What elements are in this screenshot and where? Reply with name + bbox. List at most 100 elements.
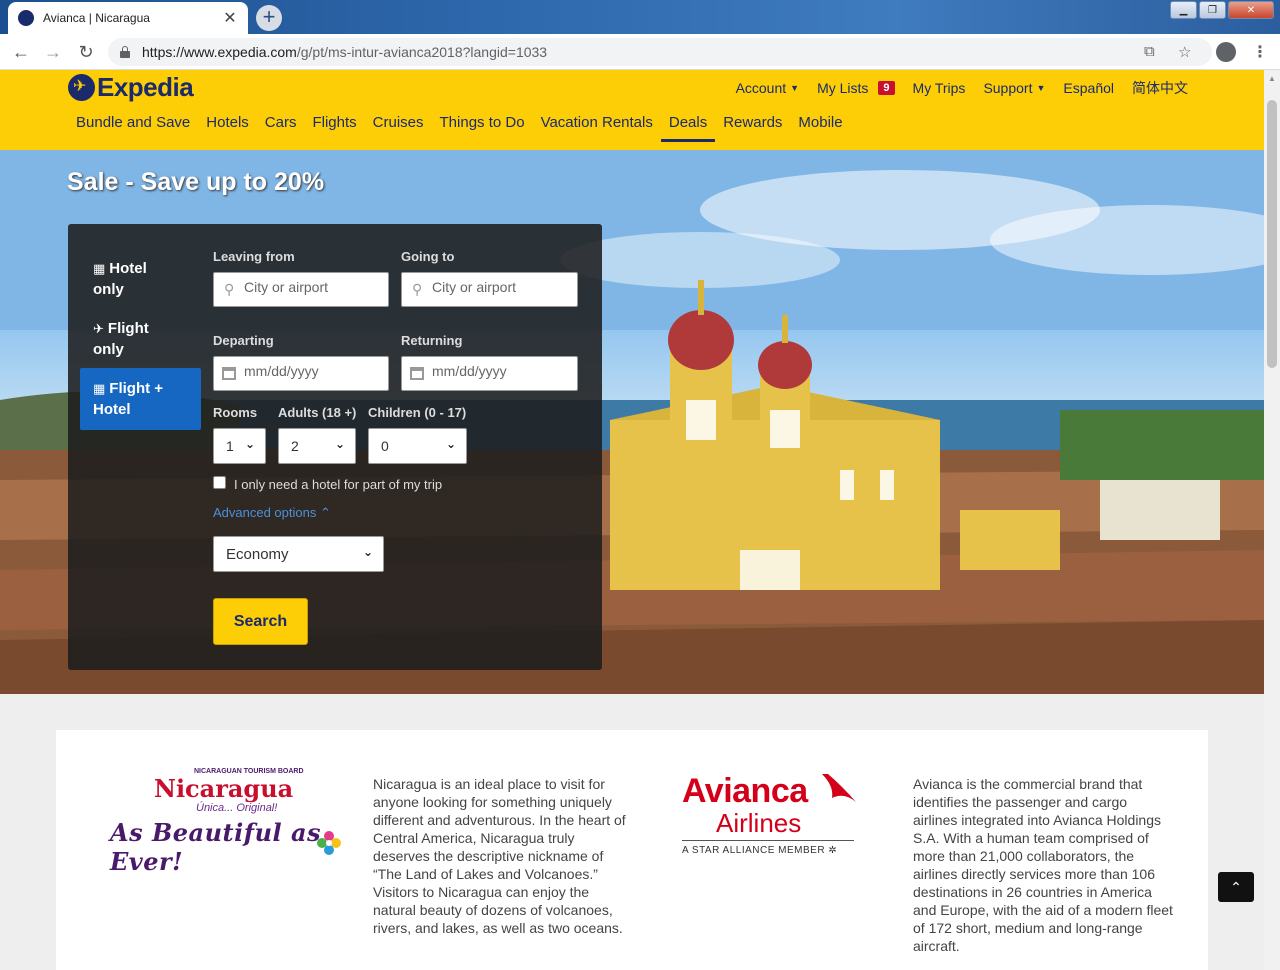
nicaragua-tagline: Única... Original! (196, 802, 278, 814)
nicaragua-slogan: As Beautiful as Ever! (110, 818, 322, 876)
browser-tab[interactable]: Avianca | Nicaragua ✕ (8, 2, 248, 34)
nav-cars[interactable]: Cars (257, 114, 305, 142)
search-button[interactable]: Search (213, 598, 308, 645)
plane-icon: ✈ (93, 321, 104, 336)
nicaragua-wordmark: Nicaragua (154, 774, 294, 803)
tab-flight-hotel[interactable]: ▦ Flight + Hotel (80, 368, 201, 430)
browser-toolbar: ← → ↻ https://www.expedia.com/g/pt/ms-in… (0, 34, 1280, 70)
chevron-up-icon: ⌃ (319, 505, 331, 520)
nav-bundle-and-save[interactable]: Bundle and Save (68, 114, 198, 142)
reload-icon[interactable]: ↻ (75, 41, 97, 63)
tab-label-line1: Hotel (109, 260, 147, 277)
map-pin-icon: ⚲ (224, 281, 235, 297)
expedia-logo[interactable]: Expedia (68, 72, 194, 103)
rooms-label: Rooms (213, 405, 258, 420)
maximize-button[interactable]: ❐ (1199, 1, 1226, 19)
logo-text: Expedia (97, 72, 194, 102)
calendar-icon (222, 367, 236, 380)
utility-nav: Account ▼ My Lists 9 My Trips Support ▼ … (736, 78, 1188, 98)
account-menu[interactable]: Account ▼ (736, 80, 800, 96)
rooms-value: 1 (226, 438, 234, 454)
profile-icon[interactable] (1216, 42, 1236, 62)
children-select[interactable]: 0 ⌄ (368, 428, 467, 464)
my-trips-link[interactable]: My Trips (913, 80, 966, 96)
nicaragua-logo: NICARAGUAN TOURISM BOARD Nicaragua Única… (110, 768, 350, 876)
nav-vacation-rentals[interactable]: Vacation Rentals (533, 114, 661, 142)
rooms-select[interactable]: 1 ⌄ (213, 428, 266, 464)
returning-field[interactable] (401, 356, 578, 391)
search-panel: ▦ Hotel only ✈ Flight only ▦ Flight + Hotel… (68, 224, 602, 670)
url-path: /g/pt/ms-intur-avianca2018?langid=1033 (296, 44, 548, 60)
url-text: https://www.expedia.com/g/pt/ms-intur-av… (142, 44, 547, 60)
avianca-airlines-wordmark: Airlines (716, 808, 802, 838)
scrollbar-thumb[interactable] (1267, 100, 1277, 368)
minimize-button[interactable]: ▁ (1170, 1, 1197, 19)
advanced-options-link[interactable]: Advanced options ⌃ (213, 505, 331, 521)
page-scrollbar[interactable]: ▲ (1264, 70, 1280, 970)
star-alliance-label: A STAR ALLIANCE MEMBER ✲ (682, 845, 838, 856)
forward-icon[interactable]: → (42, 41, 64, 63)
lists-count-badge: 9 (878, 81, 895, 95)
tab-close-icon[interactable]: ✕ (222, 8, 238, 28)
tab-hotel-only[interactable]: ▦ Hotel only (80, 248, 201, 310)
address-bar[interactable]: https://www.expedia.com/g/pt/ms-intur-av… (108, 38, 1212, 66)
page-viewport: Expedia Account ▼ My Lists 9 My Trips Su… (0, 70, 1264, 970)
hotel-icon: ▦ (93, 261, 106, 276)
chevron-down-icon: ⌄ (445, 437, 456, 451)
support-label: Support (983, 80, 1033, 96)
avianca-logo: Avianca Airlines A STAR ALLIANCE MEMBER … (682, 772, 858, 862)
expedia-globe-icon (68, 74, 95, 101)
expedia-favicon-icon (18, 10, 34, 26)
leaving-from-input[interactable] (244, 279, 384, 295)
nav-deals[interactable]: Deals (660, 114, 716, 142)
language-espanol-link[interactable]: Español (1063, 80, 1114, 96)
chevron-down-icon: ▼ (1036, 83, 1046, 93)
cabin-class-value: Economy (226, 546, 289, 563)
nav-hotels[interactable]: Hotels (198, 114, 257, 142)
my-lists-link[interactable]: My Lists (817, 80, 868, 96)
back-icon[interactable]: ← (10, 41, 32, 63)
menu-icon[interactable]: ⋮ (1252, 42, 1268, 62)
going-to-field[interactable]: ⚲ (401, 272, 578, 307)
chevron-down-icon: ⌄ (334, 437, 345, 451)
nav-cruises[interactable]: Cruises (365, 114, 432, 142)
adults-label: Adults (18 +) (278, 405, 357, 420)
leaving-from-field[interactable]: ⚲ (213, 272, 389, 307)
nav-things-to-do[interactable]: Things to Do (432, 114, 533, 142)
nav-mobile[interactable]: Mobile (790, 114, 850, 142)
avianca-wordmark: Avianca (682, 772, 808, 810)
tab-label-line1: Flight + (109, 380, 164, 397)
close-window-button[interactable]: ✕ (1228, 1, 1274, 19)
chevron-down-icon: ⌄ (362, 545, 373, 559)
going-to-input[interactable] (432, 279, 572, 295)
hotel-plane-icon: ▦ (93, 381, 106, 396)
my-lists-label: My Lists (817, 80, 869, 96)
scroll-up-arrow-icon[interactable]: ▲ (1268, 74, 1276, 83)
window-controls: ▁ ❐ ✕ (1170, 1, 1274, 19)
departing-field[interactable] (213, 356, 389, 391)
back-to-top-button[interactable]: ⌃ (1218, 872, 1254, 902)
calendar-icon (410, 367, 424, 380)
tab-flight-only[interactable]: ✈ Flight only (80, 308, 201, 370)
flower-icon (317, 831, 341, 855)
my-trips-label: My Trips (912, 80, 966, 96)
tab-label-line2: only (93, 341, 124, 358)
children-label: Children (0 - 17) (368, 405, 467, 420)
new-tab-button[interactable]: + (256, 5, 282, 31)
going-to-label: Going to (401, 249, 455, 264)
children-value: 0 (381, 438, 389, 454)
espanol-label: Español (1063, 80, 1114, 96)
nicaragua-description: Nicaragua is an ideal place to visit for… (373, 776, 626, 936)
language-chinese-link[interactable]: 简体中文 (1132, 78, 1188, 98)
star-icon[interactable]: ☆ (1178, 43, 1191, 61)
partial-hotel-checkbox[interactable] (213, 476, 226, 489)
departing-input[interactable] (244, 363, 384, 379)
cabin-class-select[interactable]: Economy ⌄ (213, 536, 384, 572)
tab-title: Avianca | Nicaragua (43, 11, 150, 25)
support-menu[interactable]: Support ▼ (983, 80, 1045, 96)
adults-select[interactable]: 2 ⌄ (278, 428, 356, 464)
nav-flights[interactable]: Flights (304, 114, 364, 142)
returning-input[interactable] (432, 363, 572, 379)
translate-icon[interactable]: ⧉ (1144, 43, 1155, 60)
nav-rewards[interactable]: Rewards (715, 114, 790, 142)
